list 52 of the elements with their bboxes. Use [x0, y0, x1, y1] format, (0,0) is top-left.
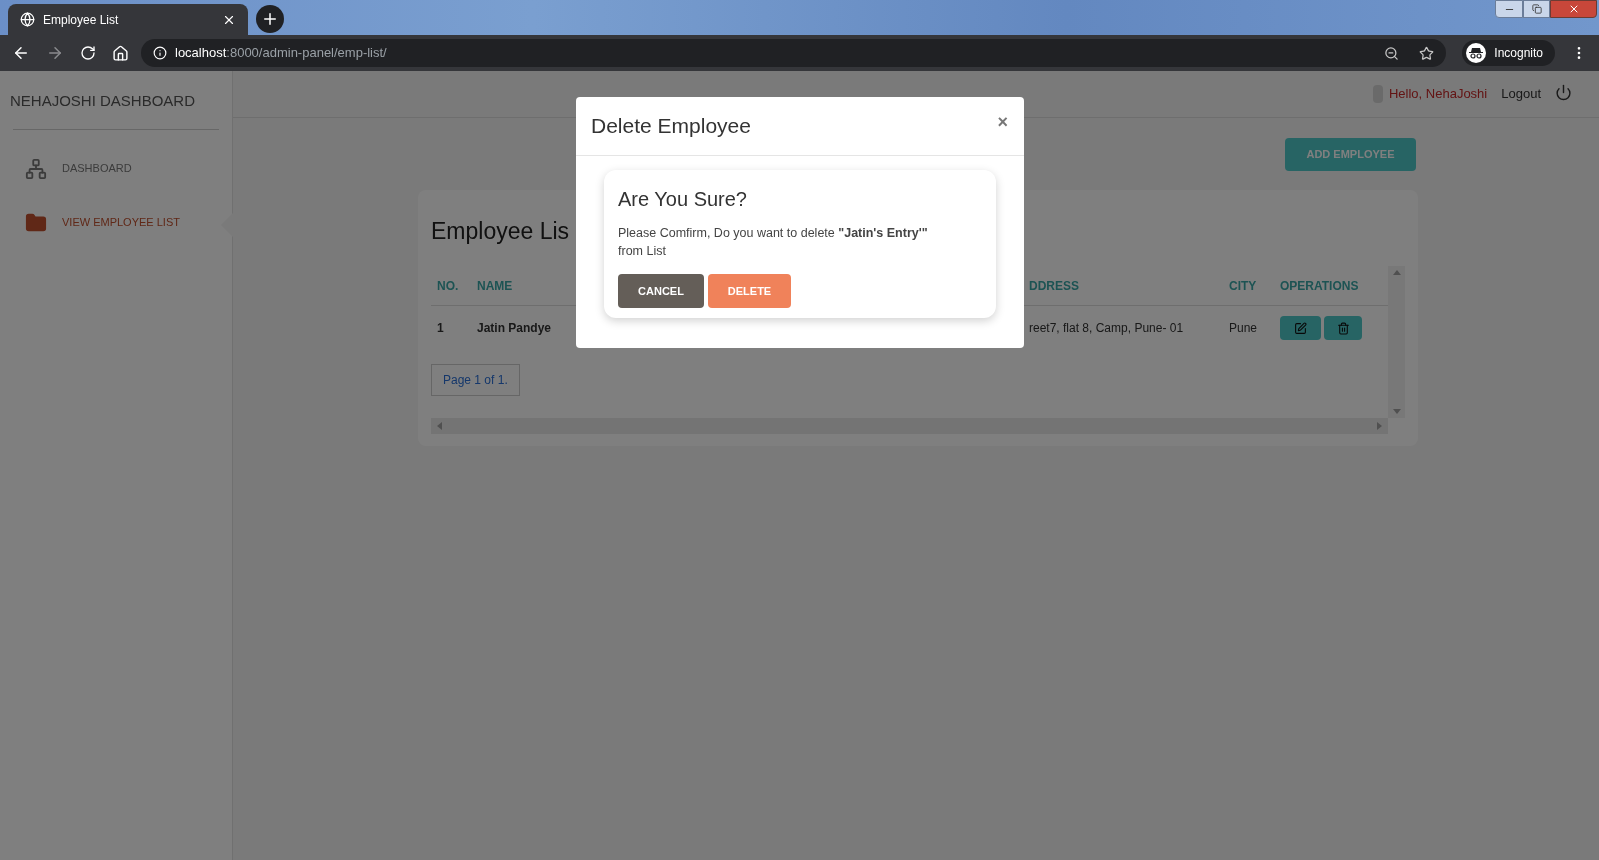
- confirm-message: Please Comfirm, Do you want to delete "Jatin's Entry'" from List: [618, 225, 929, 260]
- back-icon[interactable]: [12, 44, 30, 62]
- globe-icon: [20, 12, 35, 27]
- dialog-title: Delete Employee: [591, 113, 751, 140]
- table-cell: 1: [437, 321, 444, 335]
- confirm-heading: Are You Sure?: [618, 187, 748, 212]
- pagination-label: Page 1 of 1.: [431, 364, 520, 396]
- folder-icon: [25, 211, 47, 234]
- card-title: Employee Lis: [431, 218, 570, 244]
- incognito-icon: [1466, 43, 1487, 63]
- vertical-scrollbar[interactable]: [1388, 266, 1405, 418]
- star-icon[interactable]: [1419, 45, 1435, 61]
- home-icon[interactable]: [112, 44, 129, 62]
- edit-button[interactable]: [1280, 316, 1321, 340]
- reload-icon[interactable]: [80, 45, 96, 61]
- new-tab-button[interactable]: [256, 5, 284, 33]
- scroll-down-icon[interactable]: [1392, 409, 1401, 414]
- zoom-out-icon[interactable]: [1384, 45, 1400, 61]
- column-header: CITY: [1229, 278, 1257, 293]
- restore-button[interactable]: [1523, 0, 1550, 18]
- edit-icon: [1294, 321, 1307, 335]
- tab-title: Employee List: [43, 11, 120, 29]
- table-cell: reet7, flat 8, Camp, Pune- 01: [1029, 321, 1184, 335]
- sidebar-item[interactable]: DASHBOARD: [0, 141, 232, 196]
- close-window-button[interactable]: [1550, 0, 1597, 18]
- delete-row-button[interactable]: [1324, 316, 1362, 340]
- sitemap-icon: [25, 157, 47, 180]
- close-button[interactable]: ×: [997, 108, 1008, 136]
- plus-icon: [261, 10, 279, 28]
- power-icon[interactable]: [1555, 83, 1572, 101]
- column-header: NAME: [477, 278, 513, 293]
- table-cell: Jatin Pandye: [477, 321, 552, 335]
- address-bar[interactable]: localhost:8000/admin-panel/emp-list/: [141, 39, 1447, 67]
- sidebar-item[interactable]: VIEW EMPLOYEE LIST: [0, 195, 232, 250]
- logout-link[interactable]: Logout: [1501, 84, 1541, 104]
- column-header: DDRESS: [1029, 278, 1079, 293]
- scroll-up-icon[interactable]: [1392, 270, 1401, 275]
- browser-tab[interactable]: Employee List: [8, 4, 248, 35]
- forward-icon[interactable]: [46, 44, 64, 62]
- minimize-button[interactable]: [1495, 0, 1523, 18]
- profile-chip[interactable]: Incognito: [1462, 40, 1555, 66]
- table-cell: Pune: [1229, 321, 1258, 335]
- brand-title: NEHAJOSHI DASHBOARD: [9, 91, 197, 111]
- greeting-text: Hello, NehaJoshi: [1388, 85, 1488, 104]
- delete-button[interactable]: DELETE: [708, 274, 791, 308]
- trash-icon: [1336, 321, 1350, 335]
- column-header: OPERATIONS: [1280, 277, 1359, 295]
- url-text: localhost:8000/admin-panel/emp-list/: [175, 44, 388, 63]
- restore-icon: [1531, 4, 1542, 14]
- column-header: NO.: [437, 278, 459, 293]
- cancel-button[interactable]: CANCEL: [618, 274, 704, 308]
- info-icon: [153, 46, 167, 60]
